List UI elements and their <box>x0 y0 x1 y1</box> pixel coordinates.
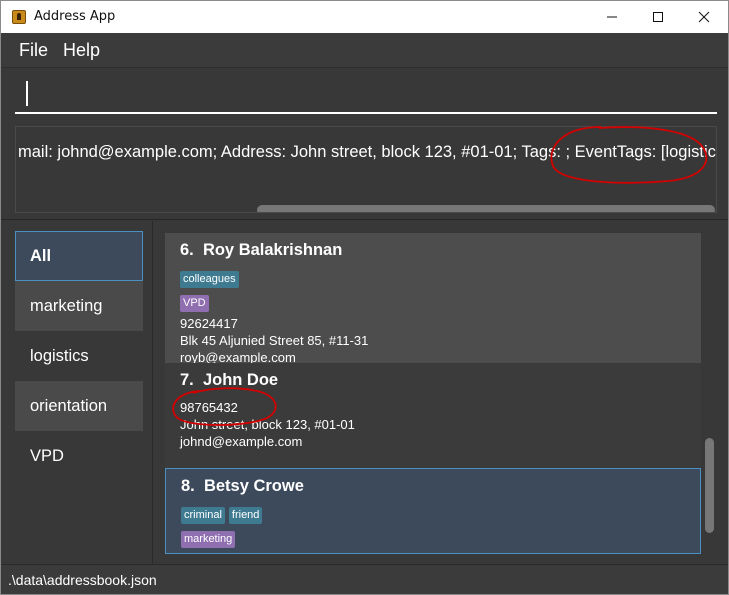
person-card[interactable]: 7. John Doe 98765432 John street, block … <box>165 363 701 468</box>
tag-item-all[interactable]: All <box>15 231 143 281</box>
maximize-icon <box>653 12 663 22</box>
result-display: mail: johnd@example.com; Address: John s… <box>1 118 728 220</box>
tag-item-marketing[interactable]: marketing <box>15 281 143 331</box>
status-bar: .\data\addressbook.json <box>1 564 728 594</box>
tag-chip: criminal <box>181 507 225 524</box>
result-message: mail: johnd@example.com; Address: John s… <box>18 143 717 161</box>
menu-file[interactable]: File <box>19 40 48 61</box>
person-address: John street, block 123, #01-01 <box>180 417 355 432</box>
tag-chip: colleagues <box>180 271 239 288</box>
event-tag-chip: marketing <box>181 531 236 548</box>
app-window: Address App File Help mail: johnd@exampl… <box>0 0 729 595</box>
person-name: 8. Betsy Crowe <box>181 477 700 501</box>
minimize-button[interactable] <box>589 1 635 33</box>
person-list: 6. Roy Balakrishnan colleagues VPD 92624… <box>165 233 701 554</box>
person-phone: 92624417 <box>180 316 238 331</box>
person-email: johnd@example.com <box>180 434 303 449</box>
menu-help[interactable]: Help <box>63 40 100 61</box>
person-card[interactable]: 6. Roy Balakrishnan colleagues VPD 92624… <box>165 233 701 365</box>
result-text-area[interactable]: mail: johnd@example.com; Address: John s… <box>15 126 717 213</box>
tag-item-logistics[interactable]: logistics <box>15 331 143 381</box>
horizontal-scroll-thumb[interactable] <box>257 205 715 212</box>
tag-row: colleagues <box>180 271 701 289</box>
tag-panel: All marketing logistics orientation VPD <box>1 221 153 564</box>
person-index: 6. <box>180 241 194 259</box>
person-address: Blk 45 Aljunied Street 85, #11-31 <box>180 333 369 348</box>
person-card-selected[interactable]: 8. Betsy Crowe criminal friend marketing… <box>165 468 701 554</box>
person-phone: 98765432 <box>180 400 238 415</box>
person-name: 6. Roy Balakrishnan <box>180 241 701 265</box>
event-tag-row: VPD <box>180 295 701 313</box>
text-caret <box>26 81 28 106</box>
person-list-panel: 6. Roy Balakrishnan colleagues VPD 92624… <box>154 221 728 564</box>
horizontal-scrollbar[interactable] <box>16 199 716 212</box>
person-index: 8. <box>181 477 195 495</box>
person-name-text: Betsy Crowe <box>203 477 304 495</box>
tag-row: criminal friend <box>181 507 700 525</box>
person-name: 7. John Doe <box>180 371 701 395</box>
menu-bar: File Help <box>1 33 728 68</box>
command-box <box>1 68 728 118</box>
event-tag-row: marketing <box>181 531 700 549</box>
person-index: 7. <box>180 371 194 389</box>
vertical-scroll-thumb[interactable] <box>705 438 714 533</box>
main-panel: All marketing logistics orientation VPD … <box>1 221 728 564</box>
minimize-icon <box>607 16 617 18</box>
maximize-button[interactable] <box>635 1 681 33</box>
tag-item-orientation[interactable]: orientation <box>15 381 143 431</box>
command-input[interactable] <box>15 74 717 114</box>
tag-item-vpd[interactable]: VPD <box>15 431 143 481</box>
event-tag-chip: VPD <box>180 295 209 312</box>
person-name-text: Roy Balakrishnan <box>202 241 343 259</box>
window-title: Address App <box>34 9 116 24</box>
tag-list: All marketing logistics orientation VPD <box>15 231 143 481</box>
tag-chip: friend <box>228 507 263 524</box>
person-phone: 1234567 <box>181 551 700 554</box>
save-location: .\data\addressbook.json <box>8 572 157 588</box>
close-icon <box>698 11 710 23</box>
title-bar: Address App <box>1 1 728 33</box>
person-name-text: John Doe <box>202 371 279 389</box>
address-app-icon <box>12 10 26 24</box>
close-button[interactable] <box>681 1 727 33</box>
